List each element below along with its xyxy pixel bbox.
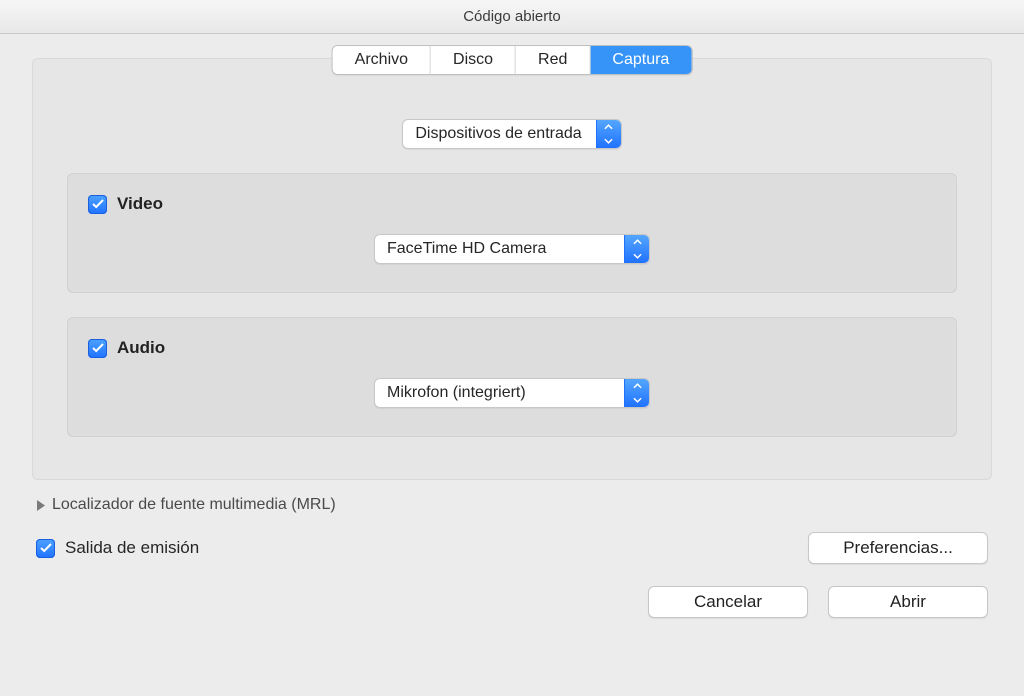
mrl-disclosure[interactable]: Localizador de fuente multimedia (MRL) [0,480,1024,514]
video-checkbox[interactable] [88,195,107,214]
video-device-value: FaceTime HD Camera [375,235,624,263]
select-stepper-icon [596,120,621,148]
mrl-disclosure-label: Localizador de fuente multimedia (MRL) [52,496,336,514]
audio-label: Audio [117,338,165,358]
video-device-select[interactable]: FaceTime HD Camera [374,234,650,264]
tab-red[interactable]: Red [516,46,590,74]
select-stepper-icon [624,235,649,263]
disclosure-triangle-icon [36,500,46,511]
select-stepper-icon [624,379,649,407]
tab-disco[interactable]: Disco [431,46,516,74]
input-devices-value: Dispositivos de entrada [403,120,595,148]
audio-device-value: Mikrofon (integriert) [375,379,624,407]
audio-device-select[interactable]: Mikrofon (integriert) [374,378,650,408]
audio-checkbox[interactable] [88,339,107,358]
tab-archivo[interactable]: Archivo [333,46,431,74]
input-devices-select[interactable]: Dispositivos de entrada [402,119,621,149]
tab-captura[interactable]: Captura [590,46,691,74]
source-tabs: Archivo Disco Red Captura [332,45,693,75]
video-group: Video FaceTime HD Camera [67,173,957,293]
open-button[interactable]: Abrir [828,586,988,618]
preferences-button[interactable]: Preferencias... [808,532,988,564]
open-source-panel: Archivo Disco Red Captura Dispositivos d… [32,58,992,480]
stream-output-label: Salida de emisión [65,538,199,558]
window-title: Código abierto [463,8,561,25]
video-label: Video [117,194,163,214]
audio-group: Audio Mikrofon (integriert) [67,317,957,437]
cancel-button[interactable]: Cancelar [648,586,808,618]
stream-output-checkbox[interactable] [36,539,55,558]
